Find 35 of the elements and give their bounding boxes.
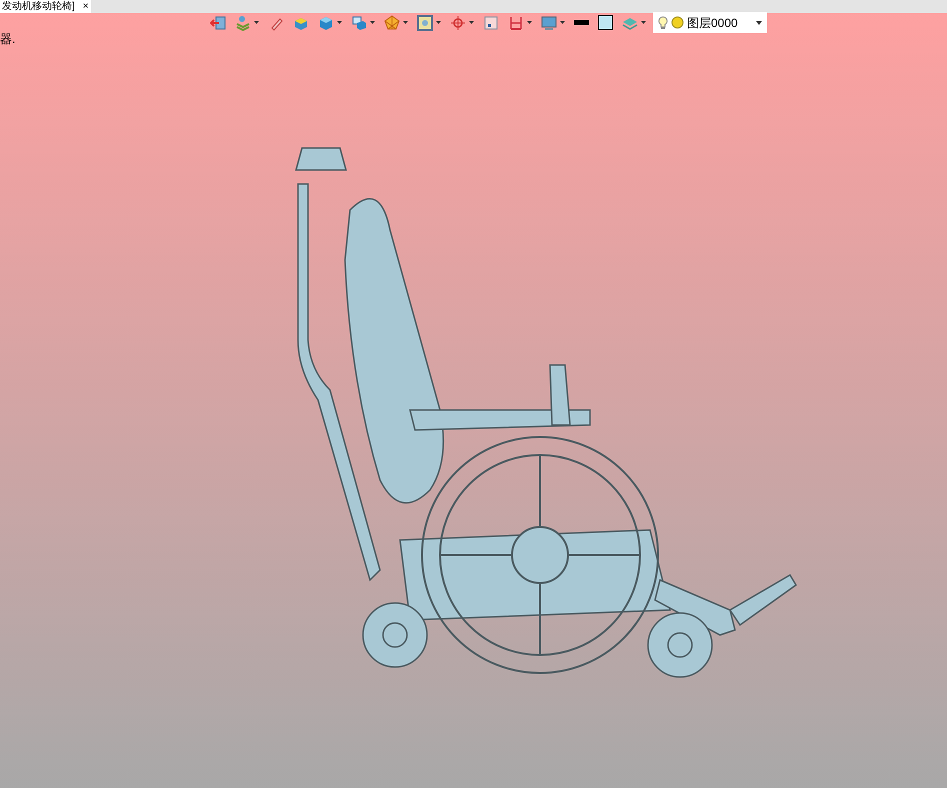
square-icon	[483, 14, 499, 30]
dropdown-caret-icon[interactable]	[254, 21, 259, 24]
dropdown-caret-icon[interactable]	[469, 21, 474, 24]
tab-close-icon[interactable]: ×	[82, 0, 89, 12]
exit-icon	[210, 14, 226, 30]
polygon-icon	[384, 14, 400, 30]
fill-color-swatch[interactable]	[598, 15, 613, 30]
toolbar-button[interactable]	[210, 14, 226, 32]
cube-icon	[318, 14, 334, 30]
dropdown-caret-icon[interactable]	[527, 21, 532, 24]
dropdown-caret-icon[interactable]	[641, 21, 646, 24]
layer-status-icon	[671, 16, 684, 29]
toolbar-button[interactable]	[351, 14, 375, 32]
dimension-icon	[508, 14, 524, 30]
toolbar-button[interactable]	[483, 14, 499, 32]
dropdown-caret-icon[interactable]	[560, 21, 565, 24]
crosshair-icon	[450, 14, 466, 30]
layer-select[interactable]: 图层0000	[653, 12, 767, 33]
dropdown-caret-icon[interactable]	[436, 21, 441, 24]
monitor-icon	[541, 14, 557, 30]
toolbar-button[interactable]	[417, 14, 441, 32]
dropdown-caret-icon[interactable]	[370, 21, 375, 24]
dropdown-caret-icon	[756, 20, 762, 24]
cube-view-icon	[351, 14, 367, 30]
layer-name: 图层0000	[687, 16, 738, 28]
toolbar-button[interactable]	[541, 14, 565, 32]
line-color-swatch[interactable]	[574, 20, 589, 25]
status-text: 器.	[0, 31, 16, 48]
dropdown-caret-icon[interactable]	[337, 21, 342, 24]
tab-title: 发动机移动轮椅]	[2, 0, 75, 12]
lightbulb-icon	[658, 16, 668, 30]
layers-icon	[235, 14, 251, 30]
frame-icon	[417, 14, 433, 30]
document-tab[interactable]: 发动机移动轮椅] ×	[0, 0, 91, 13]
dropdown-caret-icon[interactable]	[403, 21, 408, 24]
